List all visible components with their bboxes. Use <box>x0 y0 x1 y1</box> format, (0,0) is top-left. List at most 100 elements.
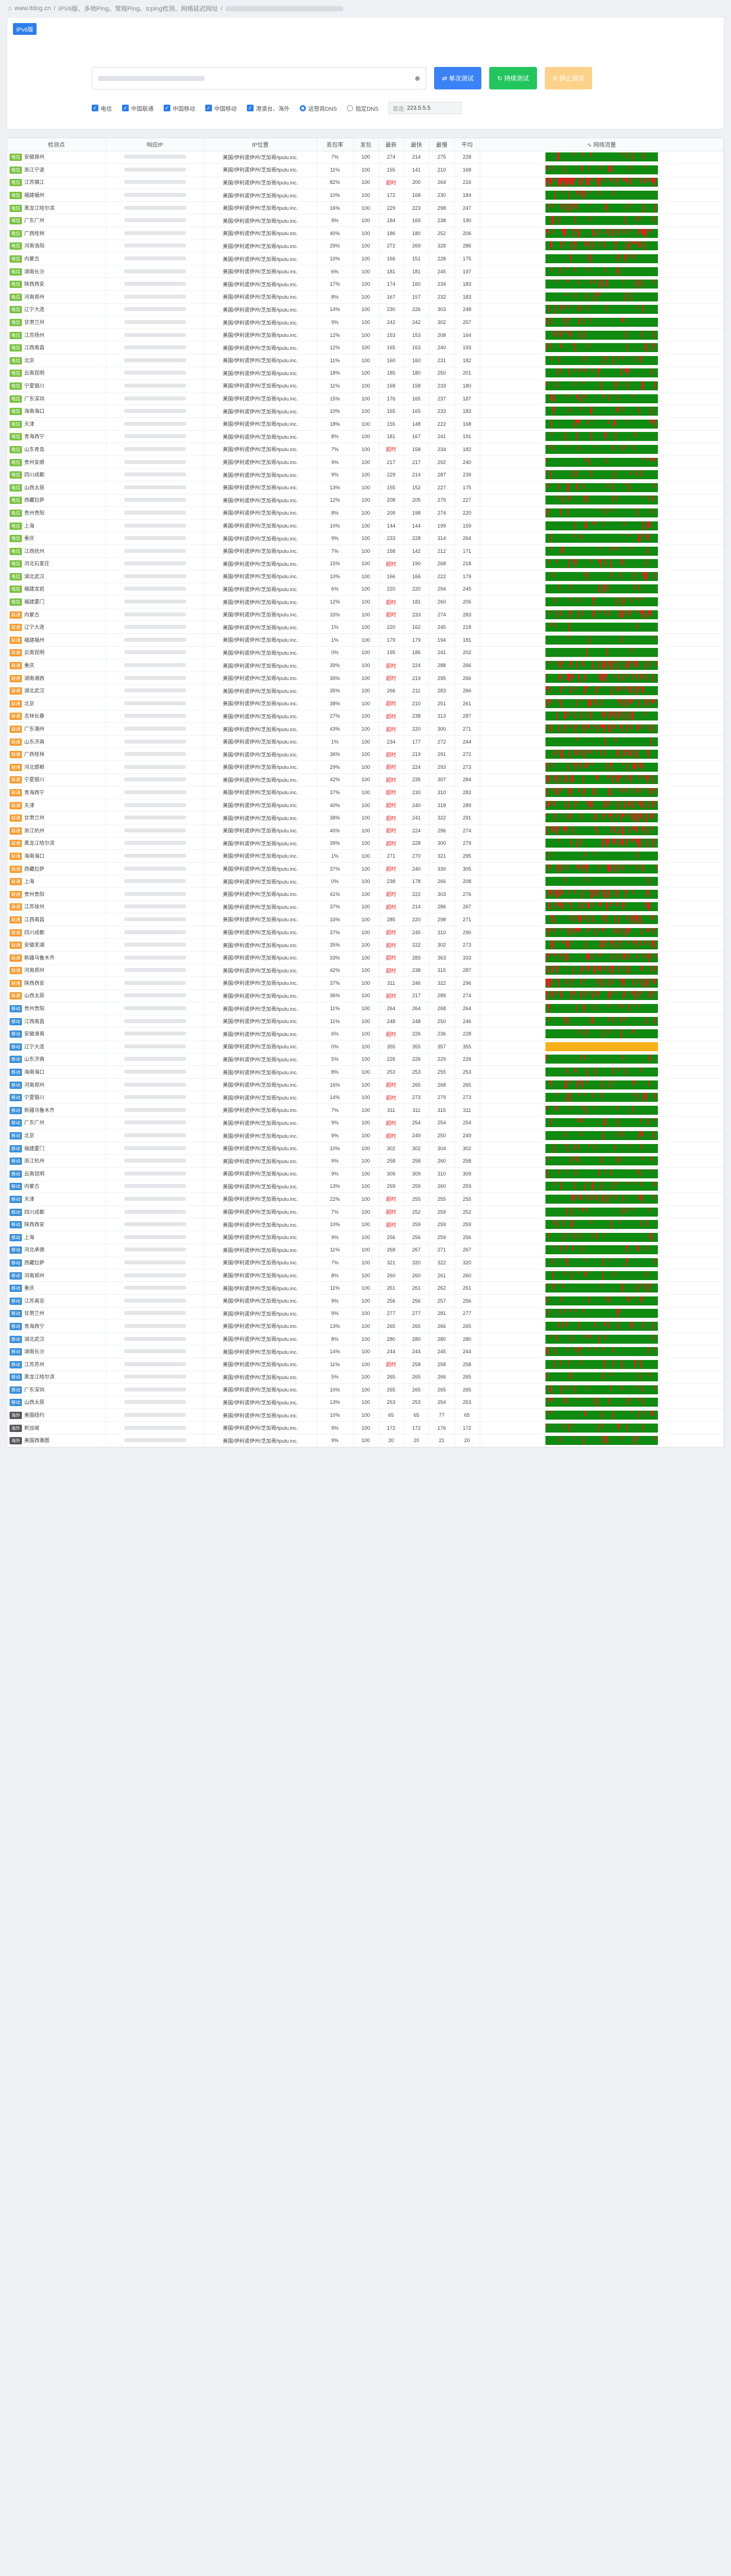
loss-mark <box>574 267 576 272</box>
cell: 100 <box>353 747 379 761</box>
column-header[interactable]: 最慢 <box>429 138 455 151</box>
loss-mark <box>625 254 627 257</box>
loss-mark <box>648 953 650 962</box>
dns-custom-radio[interactable]: 指定DNS <box>347 104 378 112</box>
loss-mark <box>588 1143 590 1147</box>
filter-mobile[interactable]: ✓ 中国移动 <box>164 104 195 112</box>
loss-mark <box>575 1309 577 1313</box>
node-cell: 联通 北京 <box>7 697 106 710</box>
loss-mark <box>615 991 616 995</box>
dns-input[interactable]: 首选: 223.5.5.5 <box>389 102 462 114</box>
loss-mark <box>554 775 556 781</box>
cell: 美国/伊利诺伊州/芝加哥/tpulu.inc. <box>204 354 317 367</box>
loss-mark <box>599 280 601 288</box>
column-header[interactable]: 最新 <box>378 138 404 151</box>
loss-mark <box>624 178 625 182</box>
table-row: 移动 天津 美国/伊利诺伊州/芝加哥/tpulu.inc. 22% 100 超时 255 25… <box>7 1192 724 1206</box>
loss-mark <box>580 711 581 719</box>
loss-mark <box>622 610 624 618</box>
loss-mark <box>566 330 567 334</box>
node-name: 河南郑州 <box>24 294 45 300</box>
loss-mark <box>634 826 635 831</box>
stop-test-button[interactable]: ⊘ 停止测试 <box>544 67 592 89</box>
loss-mark <box>545 686 547 691</box>
column-header[interactable]: 发包 <box>353 138 379 151</box>
response-ip <box>106 1383 205 1397</box>
loss-mark <box>570 597 571 601</box>
filter-china-mobile[interactable]: ✓ 中国移动 <box>205 104 237 112</box>
target-input[interactable]: ⊗ <box>92 67 426 89</box>
loss-mark <box>588 991 589 996</box>
node-name: 四川成都 <box>24 472 45 478</box>
loss-mark <box>635 750 637 757</box>
node-cell: 移动 北京 <box>7 1129 106 1142</box>
loss-mark <box>546 343 548 350</box>
node-name: 陕西西安 <box>24 980 45 986</box>
node-name: 美国西雅图 <box>24 1438 50 1444</box>
cell: 175 <box>454 481 480 494</box>
traffic-bar <box>545 521 658 530</box>
cell: 218 <box>454 620 480 634</box>
column-header[interactable]: 平均 <box>454 138 480 151</box>
column-header[interactable]: 最快 <box>404 138 430 151</box>
loss-mark <box>629 775 630 779</box>
loss-mark <box>655 419 656 428</box>
column-header[interactable]: 响应IP <box>106 138 205 151</box>
loss-mark <box>553 750 554 758</box>
cell: 266 <box>429 1371 455 1384</box>
loss-mark <box>575 1068 577 1074</box>
breadcrumb-current[interactable]: IPV6版、多地Ping、常规Ping、tcping检测、网络延迟网址 <box>58 4 218 13</box>
column-header[interactable]: IP位置 <box>204 138 317 151</box>
cell: 超时 <box>378 659 404 672</box>
continuous-test-button[interactable]: ↻ 持续测试 <box>489 67 537 89</box>
node-name: 重庆 <box>24 1285 35 1291</box>
single-test-button[interactable]: ⇄ 单次测试 <box>434 67 482 89</box>
cell: 美国/伊利诺伊州/芝加哥/tpulu.inc. <box>204 252 317 265</box>
cell: 美国/伊利诺伊州/芝加哥/tpulu.inc. <box>204 1358 317 1371</box>
breadcrumb-home[interactable]: www.itdog.cn <box>15 5 51 12</box>
node-name: 浙江杭州 <box>24 827 45 834</box>
loss-mark <box>553 915 555 923</box>
cell: 179 <box>404 633 430 647</box>
clear-icon[interactable]: ⊗ <box>415 75 420 82</box>
loss-mark <box>630 546 631 550</box>
traffic-cell <box>480 646 724 660</box>
cell: 8% <box>317 1269 354 1282</box>
column-header[interactable]: 丢包率 <box>317 138 354 151</box>
cell: 230 <box>429 188 455 202</box>
loss-mark <box>584 1258 586 1262</box>
filter-overseas[interactable]: ✓ 港澳台、海外 <box>247 104 290 112</box>
loss-mark <box>546 1055 548 1060</box>
filter-telecom[interactable]: ✓ 电信 <box>92 104 112 112</box>
dns-default-radio[interactable]: 运营商DNS <box>300 104 337 112</box>
cell: 181 <box>378 430 404 444</box>
cell: 100 <box>353 760 379 774</box>
column-header[interactable]: ∿ 网络流量 <box>480 138 724 151</box>
cell: 超时 <box>378 773 404 787</box>
response-ip <box>106 544 205 558</box>
loss-mark <box>573 419 575 428</box>
node-cell: 移动 西藏拉萨 <box>7 1256 106 1269</box>
loss-mark <box>568 191 570 200</box>
loss-mark <box>603 1232 604 1236</box>
loss-mark <box>625 610 626 616</box>
table-row: 电信 山东青岛 美国/伊利诺伊州/芝加哥/tpulu.inc. 7% 100 超时 158 2… <box>7 443 724 456</box>
column-header[interactable]: 检测点 <box>7 138 106 151</box>
cell: 100 <box>353 913 379 926</box>
loss-mark <box>568 623 570 632</box>
cell: 100 <box>353 1015 379 1028</box>
cell: 1% <box>317 620 354 634</box>
loss-mark <box>645 902 647 908</box>
traffic-bar <box>545 1359 658 1369</box>
loss-mark <box>594 826 595 831</box>
loss-mark <box>652 940 654 947</box>
cell: 184 <box>378 214 404 228</box>
filter-unicom[interactable]: ✓ 中国联通 <box>122 104 154 112</box>
node-cell: 移动 贵州贵阳 <box>7 1002 106 1015</box>
loss-mark <box>557 787 559 795</box>
loss-mark <box>638 1245 640 1251</box>
loss-mark <box>635 1359 637 1364</box>
traffic-cell <box>480 1065 724 1079</box>
loss-mark <box>552 966 554 972</box>
table-row: 移动 江苏苏州 美国/伊利诺伊州/芝加哥/tpulu.inc. 11% 100 超时 258… <box>7 1358 724 1371</box>
